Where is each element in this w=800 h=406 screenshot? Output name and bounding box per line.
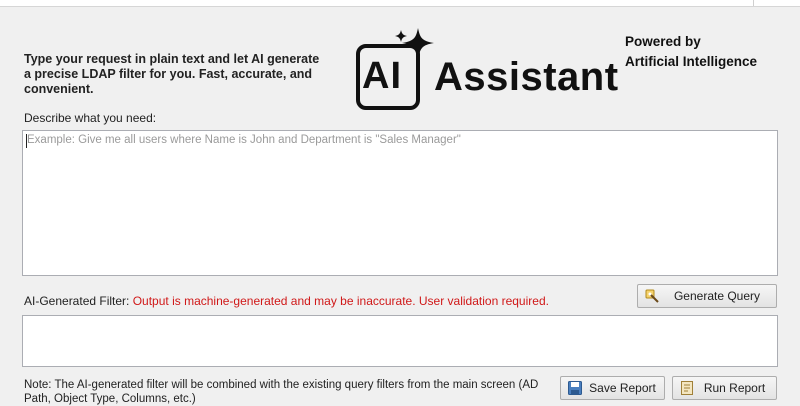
request-input[interactable]: Example: Give me all users where Name is…: [22, 130, 778, 276]
note-text: Note: The AI-generated filter will be co…: [24, 379, 539, 405]
sparkle-icon: [395, 28, 434, 60]
logo-assistant-text: Assistant: [434, 55, 619, 99]
generated-filter-output[interactable]: [22, 315, 778, 367]
run-report-button[interactable]: Run Report: [672, 376, 777, 400]
intro-text: Type your request in plain text and let …: [24, 52, 320, 96]
run-report-label: Run Report: [703, 381, 766, 395]
ai-assistant-logo: AI Assistant: [352, 26, 622, 114]
generate-query-label: Generate Query: [673, 289, 761, 303]
save-report-label: Save Report: [589, 381, 656, 395]
save-icon: [568, 381, 582, 395]
filter-label: AI-Generated Filter:: [24, 294, 130, 308]
request-label: Describe what you need:: [24, 111, 157, 125]
report-icon: [681, 381, 693, 395]
magic-wand-icon: [645, 289, 659, 303]
save-report-button[interactable]: Save Report: [560, 376, 665, 400]
filter-warning: Output is machine-generated and may be i…: [132, 294, 549, 308]
powered-by-line1: Powered by: [625, 34, 701, 49]
filter-label-row: AI-Generated Filter: Output is machine-g…: [24, 294, 549, 308]
window-titlebar: [0, 0, 800, 7]
generate-query-button[interactable]: Generate Query: [637, 284, 777, 308]
powered-by-line2: Artificial Intelligence: [625, 54, 758, 69]
powered-by-text: Powered by Artificial Intelligence: [625, 32, 757, 72]
request-placeholder: Example: Give me all users where Name is…: [27, 134, 461, 146]
window-close-button[interactable]: [753, 0, 800, 6]
